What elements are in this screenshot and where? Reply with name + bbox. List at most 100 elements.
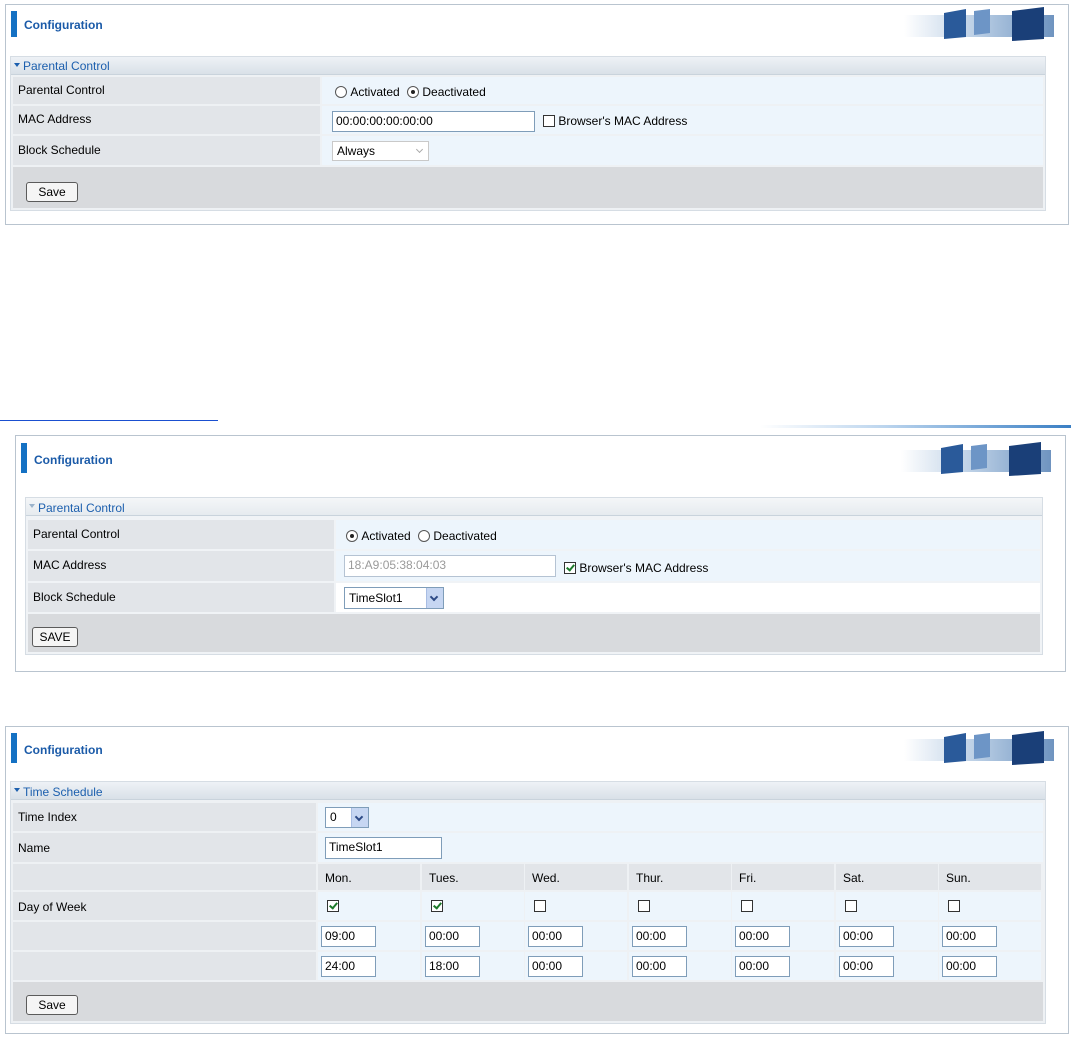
block-schedule-label: Block Schedule <box>18 143 101 157</box>
day-checkbox-thur[interactable] <box>638 900 650 912</box>
day-checkbox-cell <box>939 892 1041 920</box>
block-schedule-value: TimeSlot1 <box>349 591 403 605</box>
chevron-down-icon <box>426 588 443 608</box>
day-header-cell: Sat. <box>836 864 938 890</box>
end-time-input-sun[interactable]: 00:00 <box>942 956 997 977</box>
button-bar: SAVE <box>28 614 1040 652</box>
day-header-cell: Mon. <box>318 864 420 890</box>
start-time-input-sat[interactable]: 00:00 <box>839 926 894 947</box>
button-bar: Save <box>13 982 1043 1021</box>
save-button[interactable]: Save <box>26 995 78 1015</box>
config-panel-1: Configuration Parental Control Parental … <box>5 4 1069 225</box>
activated-label: Activated <box>350 84 400 99</box>
mac-address-input[interactable]: 18:A9:05:38:04:03 <box>344 555 556 577</box>
end-time-input-fri[interactable]: 00:00 <box>735 956 790 977</box>
browser-mac-checkbox[interactable] <box>543 114 555 127</box>
day-start-cell: 00:00 <box>525 922 627 950</box>
activated-radio[interactable] <box>346 529 358 542</box>
deactivated-label: Deactivated <box>433 528 497 543</box>
time-index-label: Time Index <box>18 810 77 824</box>
time-index-value: 0 <box>330 810 337 824</box>
day-label-tues: Tues. <box>429 871 459 885</box>
panel-header: Configuration <box>16 436 1065 476</box>
start-time-input-thur[interactable]: 00:00 <box>632 926 687 947</box>
day-header-cell: Fri. <box>732 864 834 890</box>
panel-header: Configuration <box>6 5 1068 45</box>
day-checkbox-cell <box>525 892 627 920</box>
start-time-row: 09:00 00:00 00:00 00:00 00:00 00:00 00:00 <box>13 922 1043 950</box>
time-index-select[interactable]: 0 <box>325 807 369 828</box>
deactivated-label: Deactivated <box>422 84 486 99</box>
day-start-cell: 00:00 <box>629 922 731 950</box>
collapse-triangle-icon <box>14 63 20 67</box>
parental-control-row: Parental Control Activated Deactivated <box>13 77 1043 104</box>
parental-control-section: Parental Control Parental Control Activa… <box>25 497 1043 655</box>
day-header-cell: Wed. <box>525 864 627 890</box>
mac-address-input[interactable]: 00:00:00:00:00:00 <box>332 111 535 132</box>
day-of-week-label: Day of Week <box>18 900 87 914</box>
section-header: Time Schedule <box>11 782 1045 800</box>
save-button[interactable]: Save <box>26 182 78 202</box>
start-time-input-tues[interactable]: 00:00 <box>425 926 480 947</box>
parental-control-section: Parental Control Parental Control Activa… <box>10 56 1046 211</box>
banner-monitors-icon <box>904 731 1054 765</box>
day-checkbox-cell <box>422 892 524 920</box>
start-time-input-mon[interactable]: 09:00 <box>321 926 376 947</box>
panel-header: Configuration <box>6 727 1068 767</box>
parental-control-label: Parental Control <box>18 83 105 97</box>
day-end-cell: 00:00 <box>836 952 938 980</box>
name-row: Name TimeSlot1 <box>13 833 1043 862</box>
start-time-input-fri[interactable]: 00:00 <box>735 926 790 947</box>
banner-monitors-icon <box>901 442 1051 476</box>
day-end-cell: 18:00 <box>422 952 524 980</box>
day-checkbox-cell <box>732 892 834 920</box>
save-button[interactable]: SAVE <box>32 627 78 647</box>
browser-mac-checkbox[interactable] <box>564 561 576 574</box>
day-checkbox-mon[interactable] <box>327 900 339 912</box>
day-checkbox-wed[interactable] <box>534 900 546 912</box>
start-time-input-wed[interactable]: 00:00 <box>528 926 583 947</box>
end-time-row: 24:00 18:00 00:00 00:00 00:00 00:00 00:00 <box>13 952 1043 980</box>
day-start-cell: 00:00 <box>939 922 1041 950</box>
mac-address-row: MAC Address 00:00:00:00:00:00 Browser's … <box>13 106 1043 134</box>
section-title: Parental Control <box>38 501 125 515</box>
deactivated-radio[interactable] <box>418 529 431 542</box>
end-time-input-tues[interactable]: 18:00 <box>425 956 480 977</box>
day-checkbox-sat[interactable] <box>845 900 857 912</box>
activated-radio[interactable] <box>335 85 347 98</box>
day-start-cell: 00:00 <box>732 922 834 950</box>
day-checkbox-fri[interactable] <box>741 900 753 912</box>
button-bar: Save <box>13 167 1043 208</box>
chevron-down-icon <box>412 142 428 160</box>
accent-bar <box>21 443 27 473</box>
deactivated-radio[interactable] <box>407 85 420 98</box>
day-checkbox-cell <box>318 892 420 920</box>
end-time-input-mon[interactable]: 24:00 <box>321 956 376 977</box>
end-time-input-thur[interactable]: 00:00 <box>632 956 687 977</box>
day-start-cell: 00:00 <box>422 922 524 950</box>
block-schedule-select[interactable]: TimeSlot1 <box>344 587 444 609</box>
name-input[interactable]: TimeSlot1 <box>325 837 442 859</box>
day-header-cell: Sun. <box>939 864 1041 890</box>
start-time-input-sun[interactable]: 00:00 <box>942 926 997 947</box>
header-divider <box>760 425 1071 428</box>
day-label-wed: Wed. <box>532 871 560 885</box>
day-label-sun: Sun. <box>946 871 971 885</box>
end-time-input-sat[interactable]: 00:00 <box>839 956 894 977</box>
day-label-mon: Mon. <box>325 871 352 885</box>
day-header-row: Mon. Tues. Wed. Thur. Fri. Sat. Sun. <box>13 864 1043 890</box>
browser-mac-label: Browser's MAC Address <box>579 560 709 575</box>
day-end-cell: 24:00 <box>318 952 420 980</box>
activated-label: Activated <box>361 528 411 543</box>
day-checkbox-tues[interactable] <box>431 900 443 912</box>
mac-address-label: MAC Address <box>18 112 92 126</box>
page-title: Configuration <box>24 743 103 757</box>
day-end-cell: 00:00 <box>525 952 627 980</box>
underline-divider <box>0 420 218 421</box>
day-checkbox-sun[interactable] <box>948 900 960 912</box>
name-label: Name <box>18 841 51 855</box>
end-time-input-wed[interactable]: 00:00 <box>528 956 583 977</box>
block-schedule-row: Block Schedule Always <box>13 136 1043 165</box>
block-schedule-select[interactable]: Always <box>332 141 429 161</box>
day-of-week-row: Day of Week <box>13 892 1043 920</box>
